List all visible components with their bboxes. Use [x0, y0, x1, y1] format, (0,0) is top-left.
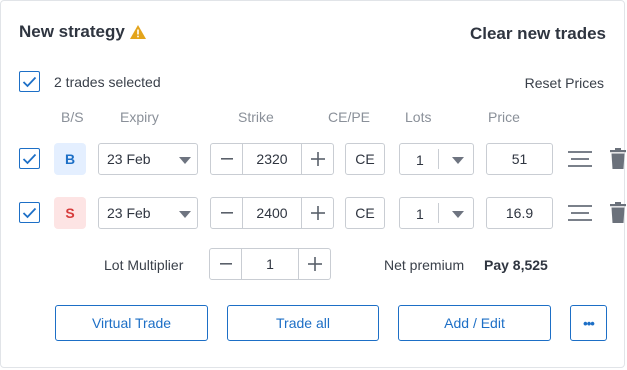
virtual-trade-button[interactable]: Virtual Trade — [55, 305, 208, 341]
strike-plus-button[interactable] — [302, 144, 333, 174]
strategy-title: New strategy — [19, 22, 125, 41]
strike-plus-button[interactable] — [302, 198, 333, 228]
column-header-lots: Lots — [405, 109, 432, 125]
warning-icon — [130, 25, 146, 39]
plus-icon — [310, 152, 325, 166]
column-header-strike: Strike — [238, 109, 274, 125]
lot-multiplier-stepper[interactable]: 1 — [209, 248, 331, 280]
strike-value[interactable]: 2400 — [242, 198, 302, 228]
lot-multiplier-label: Lot Multiplier — [104, 257, 184, 273]
plus-icon — [307, 257, 322, 271]
strike-value[interactable]: 2320 — [242, 144, 302, 174]
lots-divider — [438, 203, 439, 223]
chevron-down-icon — [179, 157, 191, 164]
drag-handle-icon[interactable] — [568, 204, 592, 222]
lots-value: 1 — [416, 152, 424, 168]
plus-icon — [310, 206, 325, 220]
chevron-down-icon — [179, 211, 191, 218]
chevron-down-icon — [452, 157, 464, 164]
strike-minus-button[interactable] — [211, 198, 242, 228]
checkmark-icon — [22, 207, 37, 218]
expiry-select[interactable]: 23 Feb — [98, 197, 198, 229]
price-input[interactable]: 16.9 — [486, 197, 553, 229]
lots-select[interactable]: 1 — [399, 143, 474, 175]
lots-divider — [438, 149, 439, 169]
checkmark-icon — [22, 76, 37, 87]
column-header-price: Price — [488, 109, 520, 125]
clear-new-trades-button[interactable]: Clear new trades — [470, 24, 606, 44]
trades-selected-text: 2 trades selected — [54, 74, 161, 90]
strike-stepper[interactable]: 2320 — [210, 143, 334, 175]
multiplier-minus-button[interactable] — [210, 249, 241, 279]
buy-sell-toggle[interactable]: B — [54, 143, 86, 175]
minus-icon — [220, 158, 233, 160]
price-input[interactable]: 51 — [486, 143, 553, 175]
lots-select[interactable]: 1 — [399, 197, 474, 229]
chevron-down-icon — [452, 211, 464, 218]
minus-icon — [220, 212, 233, 214]
select-all-checkbox[interactable] — [19, 71, 40, 92]
trade-checkbox[interactable] — [19, 148, 40, 169]
net-premium-label: Net premium — [384, 257, 465, 273]
minus-icon — [219, 263, 232, 265]
net-premium-value: Pay 8,525 — [484, 257, 548, 273]
reset-prices-button[interactable]: Reset Prices — [525, 75, 604, 91]
strategy-panel: New strategy Clear new trades 2 trades s… — [0, 0, 626, 368]
trade-checkbox[interactable] — [19, 202, 40, 223]
option-type-toggle[interactable]: CE — [345, 143, 385, 175]
trash-icon[interactable] — [610, 202, 626, 223]
multiplier-plus-button[interactable] — [299, 249, 330, 279]
strike-stepper[interactable]: 2400 — [210, 197, 334, 229]
column-header-bs: B/S — [61, 109, 84, 125]
strike-minus-button[interactable] — [211, 144, 242, 174]
checkmark-icon — [22, 153, 37, 164]
trash-icon[interactable] — [610, 148, 626, 169]
expiry-value: 23 Feb — [107, 151, 151, 167]
drag-handle-icon[interactable] — [568, 150, 592, 168]
column-header-expiry: Expiry — [120, 109, 159, 125]
lots-value: 1 — [416, 206, 424, 222]
buy-sell-toggle[interactable]: S — [54, 197, 86, 229]
multiplier-value[interactable]: 1 — [241, 249, 299, 279]
column-header-cepe: CE/PE — [328, 109, 371, 125]
option-type-toggle[interactable]: CE — [345, 197, 385, 229]
expiry-select[interactable]: 23 Feb — [98, 143, 198, 175]
more-icon[interactable]: ••• — [570, 305, 607, 341]
trade-all-button[interactable]: Trade all — [227, 305, 379, 341]
add-edit-button[interactable]: Add / Edit — [398, 305, 551, 341]
expiry-value: 23 Feb — [107, 205, 151, 221]
